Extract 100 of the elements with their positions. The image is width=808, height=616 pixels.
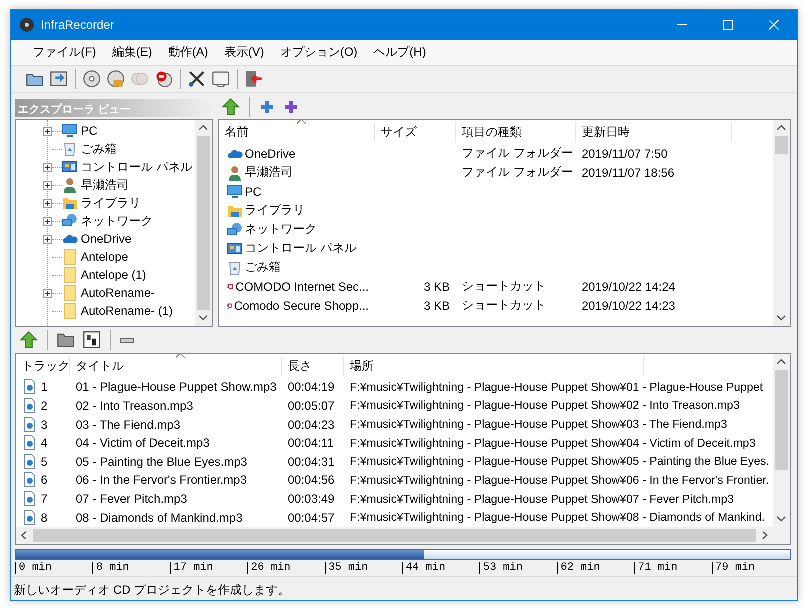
menu-item[interactable]: 表示(V) — [216, 42, 272, 63]
expand-icon[interactable] — [43, 180, 52, 190]
scrollbar-thumb[interactable] — [775, 136, 788, 154]
tree-item[interactable]: AutoRename- (1) — [16, 302, 195, 320]
track-location: F:¥music¥Twilightning - Plague-House Puppet Show¥01 - Plague-House Puppet — [349, 380, 764, 394]
plus-icon — [283, 99, 299, 115]
expand-icon[interactable] — [43, 234, 52, 244]
remove-button[interactable] — [119, 336, 135, 344]
scissors-icon — [188, 70, 206, 88]
tree-item[interactable]: 早瀬浩司 — [16, 176, 195, 194]
up-button[interactable] — [19, 330, 39, 350]
toolbar-button[interactable] — [106, 69, 126, 89]
file-row[interactable]: ライブラリ — [219, 201, 773, 220]
audio-file-icon — [22, 472, 38, 488]
track-location: F:¥music¥Twilightning - Plague-House Puppet Show¥08 - Diamonds of Mankind. — [349, 511, 766, 524]
scroll-down-icon[interactable] — [777, 315, 786, 321]
scroll-up-icon[interactable] — [199, 125, 208, 131]
scroll-down-icon[interactable] — [777, 516, 786, 522]
expand-icon[interactable] — [43, 288, 52, 298]
column-header[interactable]: トラック — [16, 356, 70, 376]
track-row[interactable]: 7 07 - Fever Pitch.mp3 00:03:49 F:¥music¥Twilightning - Plague-House Puppet Show¥07 - Fever Pitch.mp3 — [16, 490, 773, 508]
file-row[interactable]: OneDrive ファイル フォルダー 2019/11/07 7:50 — [219, 144, 773, 163]
file-row[interactable]: 早瀬浩司 ファイル フォルダー 2019/11/07 18:56 — [219, 163, 773, 182]
track-location: F:¥music¥Twilightning - Plague-House Puppet Show¥07 - Fever Pitch.mp3 — [349, 492, 734, 506]
column-header[interactable]: 項目の種類 — [456, 122, 576, 142]
expand-icon[interactable] — [43, 126, 52, 136]
column-header[interactable]: タイトル — [70, 356, 282, 376]
scroll-up-icon[interactable] — [777, 125, 786, 131]
track-length: 00:04:56 — [288, 473, 335, 488]
add-button[interactable] — [258, 98, 276, 116]
file-name: 早瀬浩司 — [245, 164, 293, 181]
toolbar-button[interactable] — [154, 69, 174, 89]
menu-item[interactable]: 動作(A) — [160, 42, 216, 63]
menu-item[interactable]: ファイル(F) — [25, 42, 104, 63]
column-header[interactable]: 長さ — [282, 356, 344, 376]
toolbar-button[interactable] — [211, 69, 231, 89]
track-row[interactable]: 1 01 - Plague-House Puppet Show.mp3 00:04:19 F:¥music¥Twilightning - Plague-House Puppet Show¥01 - Plague-House Puppet — [16, 378, 773, 397]
toolbar-button[interactable] — [82, 69, 102, 89]
status-text: 新しいオーディオ CD プロジェクトを作成します。 — [13, 582, 290, 599]
column-header[interactable]: サイズ — [375, 122, 456, 142]
expand-icon[interactable] — [43, 216, 52, 226]
tree-item[interactable]: Antelope — [16, 248, 195, 266]
track-row[interactable]: 5 05 - Painting the Blue Eyes.mp3 00:04:31 F:¥music¥Twilightning - Plague-House Puppet Show¥05 - Painting the Blue Eyes. — [16, 452, 773, 472]
column-header[interactable]: 場所 — [344, 356, 644, 376]
tree-item[interactable]: ライブラリ — [16, 194, 195, 212]
tree-item[interactable]: ネットワーク — [16, 212, 195, 230]
track-row[interactable]: 6 06 - In the Fervor's Frontier.mp3 00:04:56 F:¥music¥Twilightning - Plague-House Puppet Show¥06 - In the Fervor's Frontier. — [16, 471, 773, 490]
file-date: 2019/11/07 18:56 — [582, 166, 675, 180]
scrollbar-thumb[interactable] — [775, 370, 788, 470]
up-button[interactable] — [221, 97, 241, 117]
scrollbar-thumb[interactable] — [197, 136, 210, 310]
vertical-scrollbar[interactable] — [773, 354, 790, 527]
track-row[interactable]: 3 03 - The Fiend.mp3 00:04:23 F:¥music¥Twilightning - Plague-House Puppet Show¥03 - The Fiend.mp3 — [16, 415, 773, 434]
toolbar-button[interactable] — [187, 69, 207, 89]
vertical-scrollbar[interactable] — [195, 120, 212, 326]
track-row[interactable]: 4 04 - Victim of Deceit.mp3 00:04:11 F:¥music¥Twilightning - Plague-House Puppet Show¥04 - Victim of Deceit.mp3 — [16, 434, 773, 452]
maximize-icon — [723, 20, 733, 30]
expand-icon[interactable] — [43, 162, 52, 172]
track-location: F:¥music¥Twilightning - Plague-House Puppet Show¥05 - Painting the Blue Eyes. — [349, 455, 770, 468]
user-icon — [227, 164, 243, 180]
file-row[interactable]: コントロール パネル — [219, 239, 773, 258]
tree-item[interactable]: AutoRename- — [16, 284, 195, 302]
folder-icon — [62, 303, 78, 319]
file-row[interactable]: PC — [219, 182, 773, 201]
track-length: 00:04:19 — [288, 380, 335, 394]
tree-item[interactable]: コントロール パネル — [16, 158, 195, 176]
column-header[interactable]: 名前 — [219, 122, 375, 142]
track-row[interactable]: 2 02 - Into Treason.mp3 00:05:07 F:¥music¥Twilightning - Plague-House Puppet Show¥02 - Into Treason.mp3 — [16, 396, 773, 416]
time-tick-label: 62 min — [556, 562, 634, 574]
menu-item[interactable]: ヘルプ(H) — [366, 42, 434, 63]
tree-item[interactable]: Antelope (1) — [16, 266, 195, 284]
file-row[interactable]: Comodo Secure Shopp... 3 KB ショートカット 2019/10/22 14:23 — [219, 296, 773, 315]
tree-item[interactable]: PC — [16, 122, 195, 140]
column-header[interactable]: 更新日時 — [576, 122, 732, 142]
window-title: InfraRecorder — [41, 18, 116, 32]
time-tick-label: 53 min — [479, 562, 557, 574]
tree-item[interactable]: ごみ箱 — [16, 140, 195, 158]
add-all-button[interactable] — [282, 98, 300, 116]
expand-icon[interactable] — [43, 198, 52, 208]
file-row[interactable]: ごみ箱 — [219, 258, 773, 277]
toolbar-button[interactable] — [49, 69, 69, 89]
file-row[interactable]: ネットワーク — [219, 220, 773, 239]
file-row[interactable]: COMODO Internet Sec... 3 KB ショートカット 2019/10/22 14:24 — [219, 277, 773, 296]
close-icon — [769, 20, 779, 30]
monitor-icon — [62, 123, 78, 139]
file-date: 2019/10/22 14:24 — [582, 280, 676, 294]
menu-item[interactable]: 編集(E) — [104, 42, 160, 63]
time-tick-label: 44 min — [402, 562, 480, 574]
audio-file-icon — [22, 398, 38, 414]
menu-item[interactable]: オプション(O) — [272, 42, 366, 63]
track-row[interactable]: 8 08 - Diamonds of Mankind.mp3 00:04:57 F:¥music¥Twilightning - Plague-House Puppet Show¥08 - Diamonds of Mankind. — [16, 508, 773, 527]
vertical-scrollbar[interactable] — [773, 120, 790, 326]
up-arrow-icon — [222, 98, 240, 116]
horizontal-scrollbar[interactable] — [16, 527, 790, 544]
control-panel-icon — [227, 240, 243, 256]
tree-item[interactable]: OneDrive — [16, 230, 195, 248]
scroll-up-icon[interactable] — [777, 359, 786, 365]
audio-file-icon — [22, 454, 38, 470]
rename-button[interactable] — [82, 330, 102, 350]
scroll-down-icon[interactable] — [199, 315, 208, 321]
